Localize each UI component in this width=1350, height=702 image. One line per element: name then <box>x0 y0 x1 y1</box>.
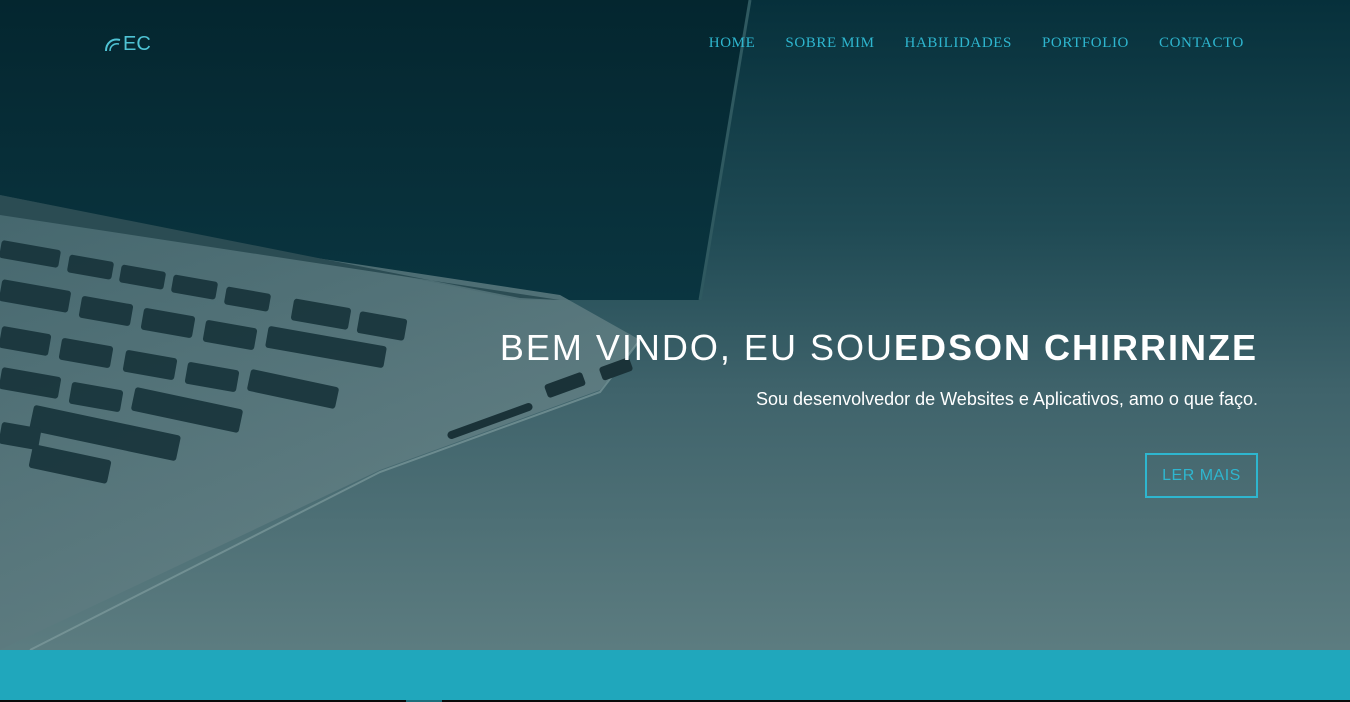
nav-item-sobre-mim[interactable]: SOBRE MIM <box>785 35 874 52</box>
arc-logo-icon <box>105 38 121 51</box>
hero-section: EC HOME SOBRE MIM HABILIDADES PORTFOLIO … <box>0 0 1350 650</box>
site-logo[interactable]: EC <box>104 33 151 56</box>
laptop-background-image <box>0 0 752 650</box>
section-divider-band <box>0 650 1350 700</box>
hero-headline: BEM VINDO, EU SOUEDSON CHIRRINZE <box>500 327 1258 369</box>
nav-item-habilidades[interactable]: HABILIDADES <box>905 35 1012 52</box>
logo-text: EC <box>123 33 151 55</box>
read-more-button[interactable]: LER MAIS <box>1145 453 1258 498</box>
hero-subtitle: Sou desenvolvedor de Websites e Aplicati… <box>756 389 1258 409</box>
nav-item-portfolio[interactable]: PORTFOLIO <box>1042 35 1129 52</box>
nav-item-contacto[interactable]: CONTACTO <box>1159 35 1244 52</box>
hero-greeting: BEM VINDO, EU SOU <box>499 327 894 368</box>
hero-name: EDSON CHIRRINZE <box>893 327 1258 368</box>
main-nav: HOME SOBRE MIM HABILIDADES PORTFOLIO CON… <box>709 35 1244 52</box>
nav-item-home[interactable]: HOME <box>709 35 756 52</box>
